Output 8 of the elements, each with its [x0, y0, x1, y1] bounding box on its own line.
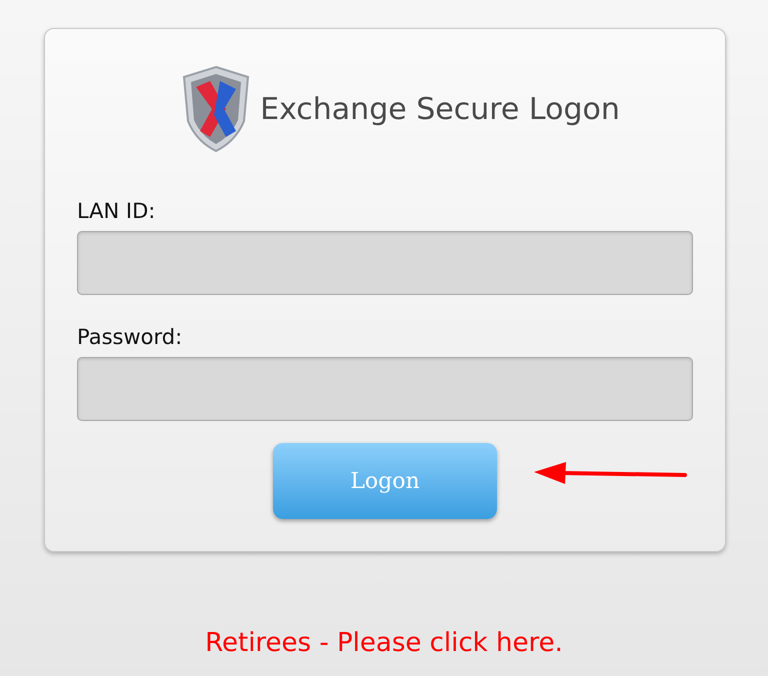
field-label: LAN ID: — [77, 199, 156, 223]
field-label: Password: — [77, 325, 182, 349]
input-field[interactable] — [77, 357, 693, 421]
page-title: Exchange Secure Logon — [260, 92, 620, 126]
input-field[interactable] — [77, 231, 693, 295]
arrow-icon — [534, 462, 687, 484]
retirees-link[interactable]: Retirees - Please click here. — [0, 628, 768, 658]
logon-button[interactable]: Logon — [273, 443, 497, 519]
